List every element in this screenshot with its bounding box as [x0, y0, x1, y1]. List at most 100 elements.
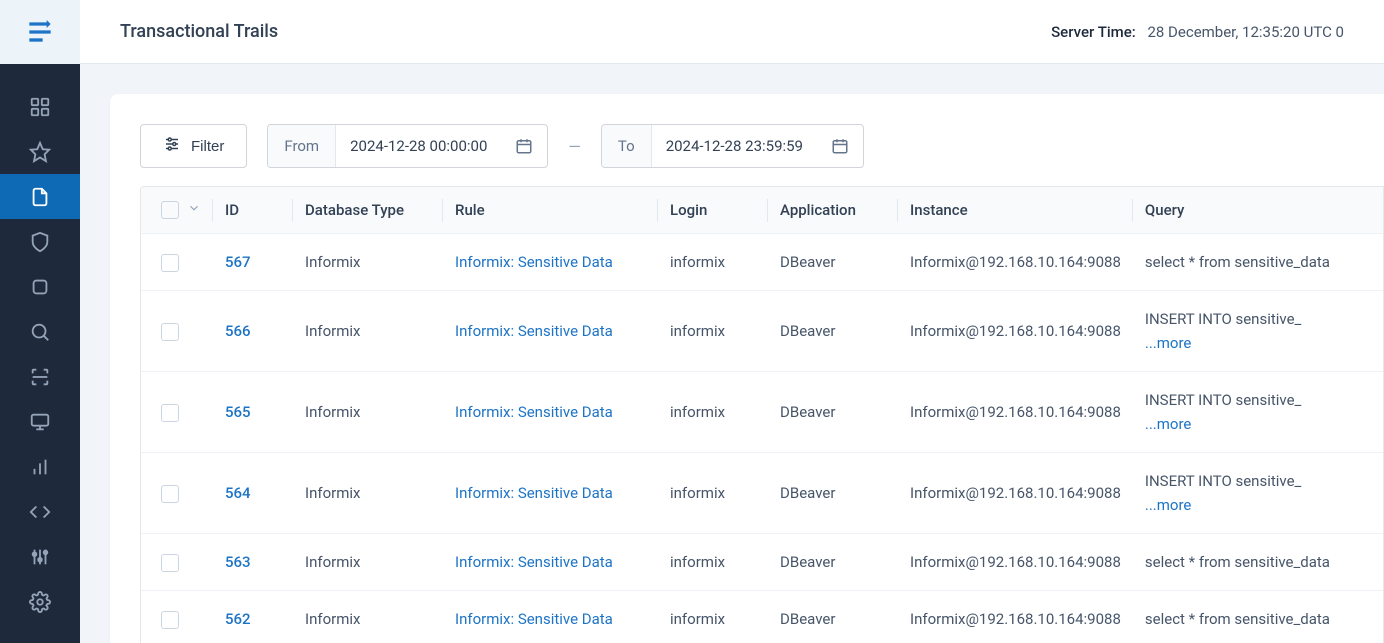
dashboard-icon	[29, 96, 51, 118]
sidebar-item-monitor[interactable]	[0, 399, 80, 444]
row-checkbox[interactable]	[161, 485, 179, 503]
row-dbtype: Informix	[305, 484, 360, 502]
row-application: DBeaver	[780, 322, 835, 340]
row-checkbox[interactable]	[161, 254, 179, 272]
more-link[interactable]: ...more	[1145, 496, 1191, 514]
row-rule-link[interactable]: Informix: Sensitive Data	[455, 484, 613, 502]
scan-icon	[29, 366, 51, 388]
sidebar-item-code[interactable]	[0, 489, 80, 534]
row-login: informix	[670, 484, 725, 502]
row-id-link[interactable]: 563	[225, 553, 251, 571]
row-dbtype: Informix	[305, 553, 360, 571]
row-query: INSERT INTO sensitive_	[1145, 472, 1301, 490]
row-id-link[interactable]: 565	[225, 403, 251, 421]
date-to-box[interactable]: To 2024-12-28 23:59:59	[601, 124, 864, 168]
sidebar-item-shield[interactable]	[0, 219, 80, 264]
more-link[interactable]: ...more	[1145, 415, 1191, 433]
row-application: DBeaver	[780, 403, 835, 421]
row-id-link[interactable]: 564	[225, 484, 251, 502]
file-icon	[29, 186, 51, 208]
row-login: informix	[670, 553, 725, 571]
server-time: Server Time: 28 December, 12:35:20 UTC 0	[1051, 23, 1344, 41]
sidebar-item-scan[interactable]	[0, 354, 80, 399]
col-header-instance[interactable]: Instance	[898, 187, 1133, 234]
date-from-value[interactable]: 2024-12-28 00:00:00	[336, 137, 501, 155]
row-rule-link[interactable]: Informix: Sensitive Data	[455, 253, 613, 271]
row-rule-link[interactable]: Informix: Sensitive Data	[455, 553, 613, 571]
row-dbtype: Informix	[305, 403, 360, 421]
date-from-box[interactable]: From 2024-12-28 00:00:00	[267, 124, 548, 168]
filter-icon	[163, 135, 181, 157]
row-checkbox[interactable]	[161, 611, 179, 629]
row-login: informix	[670, 403, 725, 421]
server-time-value: 28 December, 12:35:20 UTC 0	[1147, 23, 1344, 41]
col-header-id[interactable]: ID	[213, 187, 293, 234]
row-instance: Informix@192.168.10.164:9088	[910, 253, 1121, 271]
more-link[interactable]: ...more	[1145, 334, 1191, 352]
row-query: select * from sensitive_data	[1145, 553, 1330, 571]
row-checkbox[interactable]	[161, 404, 179, 422]
date-from-label: From	[268, 125, 336, 167]
row-instance: Informix@192.168.10.164:9088	[910, 322, 1121, 340]
row-id-link[interactable]: 566	[225, 322, 251, 340]
sidebar-item-sliders[interactable]	[0, 534, 80, 579]
row-query: select * from sensitive_data	[1145, 610, 1330, 628]
sidebar-item-search[interactable]	[0, 309, 80, 354]
col-header-application[interactable]: Application	[768, 187, 898, 234]
row-instance: Informix@192.168.10.164:9088	[910, 610, 1121, 628]
sidebar-item-chart[interactable]	[0, 444, 80, 489]
chevron-down-icon[interactable]	[187, 201, 201, 219]
row-id-link[interactable]: 567	[225, 253, 251, 271]
table-row: 565 Informix Informix: Sensitive Data infor…	[141, 372, 1383, 453]
shield-icon	[29, 231, 51, 253]
page-title: Transactional Trails	[120, 21, 278, 42]
row-application: DBeaver	[780, 553, 835, 571]
sliders-icon	[29, 546, 51, 568]
sidebar-item-star[interactable]	[0, 129, 80, 174]
content-card: Filter From 2024-12-28 00:00:00 — To 202…	[110, 94, 1384, 643]
chart-icon	[29, 456, 51, 478]
row-application: DBeaver	[780, 484, 835, 502]
col-header-login[interactable]: Login	[658, 187, 768, 234]
row-instance: Informix@192.168.10.164:9088	[910, 553, 1121, 571]
row-checkbox[interactable]	[161, 554, 179, 572]
sidebar-item-layers[interactable]	[0, 264, 80, 309]
filter-button[interactable]: Filter	[140, 124, 247, 168]
row-login: informix	[670, 253, 725, 271]
row-login: informix	[670, 322, 725, 340]
sidebar-item-gear[interactable]	[0, 579, 80, 624]
row-rule-link[interactable]: Informix: Sensitive Data	[455, 610, 613, 628]
code-icon	[29, 501, 51, 523]
monitor-icon	[29, 411, 51, 433]
row-rule-link[interactable]: Informix: Sensitive Data	[455, 403, 613, 421]
row-rule-link[interactable]: Informix: Sensitive Data	[455, 322, 613, 340]
layers-icon	[29, 276, 51, 298]
row-dbtype: Informix	[305, 322, 360, 340]
logo[interactable]	[0, 0, 80, 64]
select-all-checkbox[interactable]	[161, 201, 179, 219]
row-instance: Informix@192.168.10.164:9088	[910, 403, 1121, 421]
row-dbtype: Informix	[305, 253, 360, 271]
col-header-query[interactable]: Query	[1133, 187, 1383, 234]
star-icon	[29, 141, 51, 163]
row-instance: Informix@192.168.10.164:9088	[910, 484, 1121, 502]
calendar-icon[interactable]	[817, 137, 863, 155]
row-id-link[interactable]: 562	[225, 610, 251, 628]
sidebar-item-file[interactable]	[0, 174, 80, 219]
row-query: INSERT INTO sensitive_	[1145, 391, 1301, 409]
search-icon	[29, 321, 51, 343]
server-time-label: Server Time:	[1051, 23, 1136, 41]
table-row: 567 Informix Informix: Sensitive Data infor…	[141, 234, 1383, 291]
date-to-value[interactable]: 2024-12-28 23:59:59	[652, 137, 817, 155]
row-checkbox[interactable]	[161, 323, 179, 341]
row-query: INSERT INTO sensitive_	[1145, 310, 1301, 328]
sidebar-item-dashboard[interactable]	[0, 84, 80, 129]
calendar-icon[interactable]	[501, 137, 547, 155]
row-login: informix	[670, 610, 725, 628]
row-application: DBeaver	[780, 610, 835, 628]
col-header-dbtype[interactable]: Database Type	[293, 187, 443, 234]
date-separator: —	[568, 137, 581, 156]
col-header-rule[interactable]: Rule	[443, 187, 658, 234]
row-application: DBeaver	[780, 253, 835, 271]
table-row: 562InformixInformix: Sensitive Datainfor…	[141, 591, 1383, 643]
